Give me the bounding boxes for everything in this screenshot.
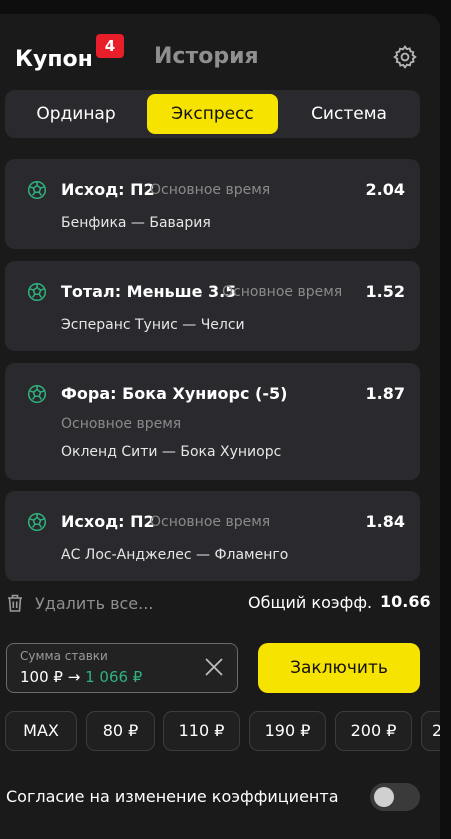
stake-input[interactable]: Сумма ставки 100 ₽ → 1 066 ₽ xyxy=(6,643,238,693)
soccer-ball-icon xyxy=(27,384,47,404)
bet-type-single[interactable]: Ординар xyxy=(9,94,143,134)
delete-all-label: Удалить все... xyxy=(35,593,154,613)
trash-icon xyxy=(8,594,22,612)
potential-win: 1 066 ₽ xyxy=(85,668,143,686)
total-odds-label: Общий коэфф. xyxy=(248,593,373,612)
quick-amount-chip[interactable]: 200 ₽ xyxy=(335,711,412,751)
bet-odds: 1.87 xyxy=(365,384,405,403)
arrow-right-icon: → xyxy=(67,668,81,686)
quick-amount-chip[interactable]: 110 ₽ xyxy=(163,711,240,751)
bet-type-selector: Ординар Экспресс Система xyxy=(5,90,420,138)
toggle-knob xyxy=(374,787,394,807)
tab-history[interactable]: История xyxy=(154,44,259,69)
bet-match: Эсперанс Тунис — Челси xyxy=(61,317,245,333)
quick-amount-chip[interactable]: 190 ₽ xyxy=(249,711,326,751)
bet-market: Исход: П2 xyxy=(61,180,155,199)
bet-market: Фора: Бока Хуниорс (-5) xyxy=(61,384,288,403)
bet-period: Основное время xyxy=(150,182,271,198)
quick-amount-chip[interactable]: 2 xyxy=(421,711,440,751)
bet-period: Основное время xyxy=(222,284,343,300)
close-icon[interactable] xyxy=(203,656,225,678)
bet-match: АС Лос-Анджелес — Фламенго xyxy=(61,547,289,563)
bet-period: Основное время xyxy=(150,514,271,530)
odds-change-consent-toggle[interactable] xyxy=(370,783,420,811)
bet-card[interactable]: Исход: П2 Основное время 2.04 Бенфика — … xyxy=(5,159,420,249)
bet-type-express[interactable]: Экспресс xyxy=(147,94,278,134)
bet-card[interactable]: Фора: Бока Хуниорс (-5) 1.87 Основное вр… xyxy=(5,363,420,480)
bet-card[interactable]: Тотал: Меньше 3.5 Основное время 1.52 Эс… xyxy=(5,261,420,351)
bet-market: Исход: П2 xyxy=(61,512,155,531)
bet-odds: 1.52 xyxy=(365,282,405,301)
total-odds-value: 10.66 xyxy=(380,592,431,611)
stake-amount: 100 ₽ xyxy=(20,668,63,686)
bet-period: Основное время xyxy=(61,416,182,432)
bet-odds: 1.84 xyxy=(365,512,405,531)
bet-match: Окленд Сити — Бока Хуниорс xyxy=(61,444,282,460)
bet-type-system[interactable]: Система xyxy=(282,94,416,134)
quick-amount-chip[interactable]: 80 ₽ xyxy=(86,711,155,751)
tab-coupon[interactable]: Купон xyxy=(15,42,93,76)
quick-amount-max[interactable]: MAX xyxy=(5,711,77,751)
coupon-panel: Купон 4 История Ординар Экспресс Система… xyxy=(0,14,440,839)
stake-value: 100 ₽ → 1 066 ₽ xyxy=(20,668,142,686)
tab-coupon-label: Купон xyxy=(15,46,93,72)
delete-all-button[interactable]: Удалить все... xyxy=(6,593,153,613)
coupon-count-badge: 4 xyxy=(96,34,124,58)
bet-market: Тотал: Меньше 3.5 xyxy=(61,282,237,301)
soccer-ball-icon xyxy=(27,512,47,532)
soccer-ball-icon xyxy=(27,282,47,302)
soccer-ball-icon xyxy=(27,180,47,200)
bet-odds: 2.04 xyxy=(365,180,405,199)
odds-change-consent-label: Согласие на изменение коэффициента xyxy=(6,787,339,806)
bet-match: Бенфика — Бавария xyxy=(61,215,211,231)
place-bet-button[interactable]: Заключить xyxy=(258,643,420,693)
stake-label: Сумма ставки xyxy=(20,649,108,663)
gear-icon[interactable] xyxy=(392,44,418,70)
bet-card[interactable]: Исход: П2 Основное время 1.84 АС Лос-Анд… xyxy=(5,491,420,581)
